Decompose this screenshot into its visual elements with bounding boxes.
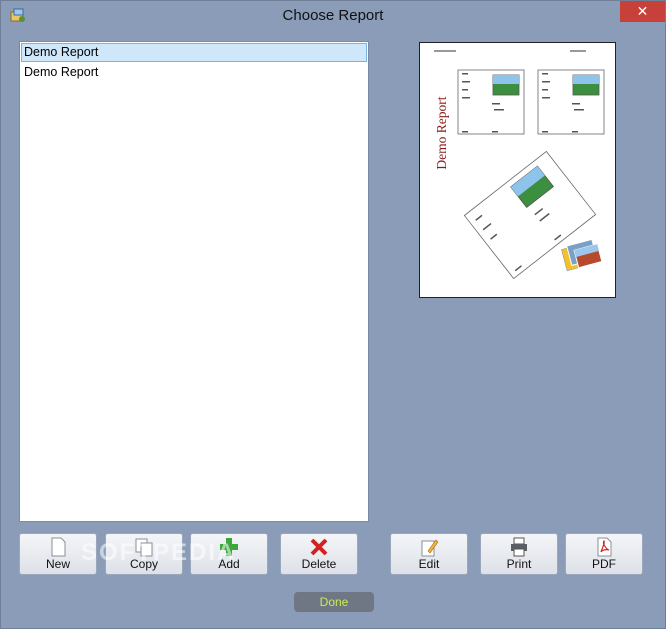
- done-button[interactable]: Done: [294, 592, 374, 612]
- report-preview: Demo Report: [419, 42, 616, 298]
- copy-button-label: Copy: [129, 557, 158, 571]
- new-page-icon: [51, 537, 66, 557]
- print-button-label: Print: [506, 557, 532, 571]
- pdf-icon: [597, 537, 612, 557]
- new-button[interactable]: New: [19, 533, 97, 575]
- title-bar[interactable]: Choose Report ✕: [1, 1, 665, 32]
- add-button-label: Add: [218, 557, 240, 571]
- edit-button[interactable]: Edit: [390, 533, 468, 575]
- window-title: Choose Report: [282, 7, 384, 24]
- choose-report-window: Choose Report ✕ Demo Report Demo Report: [0, 0, 666, 629]
- print-button[interactable]: Print: [480, 533, 558, 575]
- pdf-button[interactable]: PDF: [565, 533, 643, 575]
- copy-button[interactable]: Copy: [105, 533, 183, 575]
- copy-icon: [135, 538, 153, 557]
- printer-icon: [511, 537, 527, 557]
- pdf-button-label: PDF: [592, 557, 616, 571]
- edit-button-label: Edit: [418, 557, 440, 571]
- add-button[interactable]: Add: [190, 533, 268, 575]
- list-item[interactable]: Demo Report: [21, 63, 367, 82]
- edit-pencil-icon: [421, 539, 439, 557]
- new-button-label: New: [45, 557, 70, 571]
- report-list[interactable]: Demo Report Demo Report: [19, 41, 369, 522]
- preview-title: Demo Report: [434, 96, 449, 170]
- add-plus-icon: [220, 538, 238, 556]
- list-item[interactable]: Demo Report: [21, 43, 367, 62]
- delete-x-icon: [310, 538, 328, 556]
- close-button[interactable]: ✕: [620, 1, 665, 22]
- delete-button[interactable]: Delete: [280, 533, 358, 575]
- delete-button-label: Delete: [301, 557, 337, 571]
